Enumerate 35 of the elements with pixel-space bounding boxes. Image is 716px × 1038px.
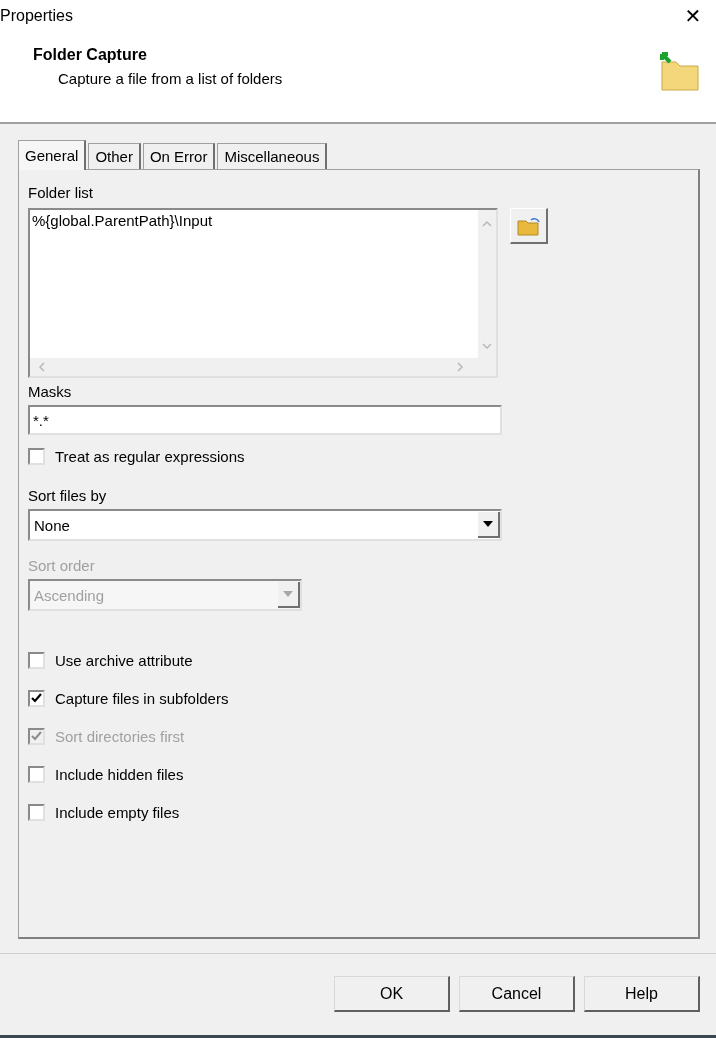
checkbox[interactable] xyxy=(28,689,45,707)
checkbox[interactable] xyxy=(28,447,45,465)
checkbox[interactable] xyxy=(28,765,45,783)
folder-list-box[interactable]: %{global.ParentPath}\Input xyxy=(28,208,498,378)
checkbox-label: Capture files in subfolders xyxy=(55,689,229,707)
field-label: Folder list xyxy=(28,184,95,203)
dialog-button[interactable]: Help xyxy=(584,976,700,1012)
tab[interactable]: Other xyxy=(88,143,141,169)
checkbox[interactable] xyxy=(28,803,45,821)
horizontal-scrollbar[interactable] xyxy=(30,358,496,376)
dialog-heading: Folder Capture xyxy=(33,46,148,64)
browse-folder-button[interactable] xyxy=(510,208,548,244)
sort-files-dropdown[interactable]: None xyxy=(28,509,502,541)
tab[interactable]: General xyxy=(18,140,87,170)
checkbox[interactable] xyxy=(28,651,45,669)
checkbox-label: Include hidden files xyxy=(55,765,184,783)
dialog-button[interactable]: Cancel xyxy=(459,976,575,1012)
dropdown-arrow-icon xyxy=(483,521,493,527)
dialog-button[interactable]: OK xyxy=(334,976,450,1012)
dialog-description: Capture a file from a list of folders xyxy=(58,70,283,87)
window-title: Properties xyxy=(0,7,73,25)
folder-icon xyxy=(658,52,700,92)
masks-field[interactable]: *.* xyxy=(28,405,502,435)
field-label: Sort files by xyxy=(28,487,108,506)
checkbox-label: Treat as regular expressions xyxy=(55,447,245,465)
field-label: Masks xyxy=(28,383,73,402)
checkbox-label: Include empty files xyxy=(55,803,180,821)
dropdown-arrow-icon xyxy=(283,591,293,597)
checkbox-label: Use archive attribute xyxy=(55,651,193,669)
checkbox-label: Sort directories first xyxy=(55,727,185,745)
vertical-scrollbar[interactable] xyxy=(478,210,496,358)
close-button[interactable]: ✕ xyxy=(670,0,716,32)
tab[interactable]: Miscellaneous xyxy=(217,143,328,169)
tab[interactable]: On Error xyxy=(142,143,216,169)
field-label: Sort order xyxy=(28,557,96,576)
